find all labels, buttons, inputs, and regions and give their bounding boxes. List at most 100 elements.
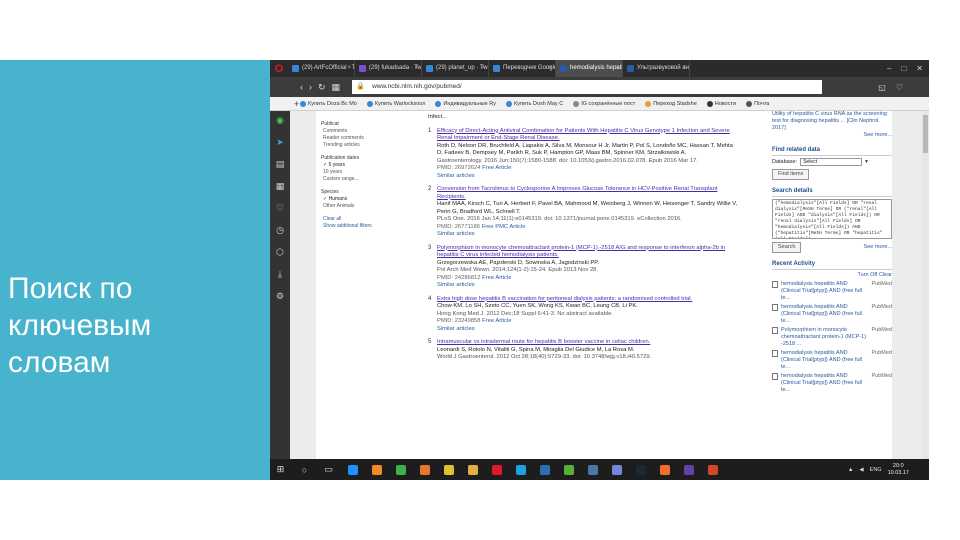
browser-tab[interactable]: Ультразвуковой анал × — [623, 60, 690, 77]
ie-icon[interactable] — [346, 463, 359, 476]
filter-item[interactable]: 10 years — [321, 169, 406, 176]
folder-icon[interactable] — [466, 463, 479, 476]
similar-articles-link[interactable]: Similar articles — [437, 282, 740, 290]
reload-icon[interactable]: ↻ — [318, 82, 326, 93]
scrollbar-thumb[interactable] — [923, 115, 928, 153]
result-title-link[interactable]: Extra high dose hepatitis B vaccination … — [437, 296, 740, 304]
skype-icon[interactable] — [514, 463, 527, 476]
free-article-link[interactable]: Free PMC Article — [482, 224, 526, 230]
news-icon[interactable]: ▤ — [274, 157, 286, 172]
find-items-button[interactable]: Find items — [772, 169, 810, 180]
chart-app-icon[interactable] — [370, 463, 383, 476]
url-field[interactable]: 🔒 www.ncbi.nlm.nih.gov/pubmed/ — [352, 80, 823, 94]
search-details-textarea[interactable]: ("hemodialysis"[All Fields] OR "renal di… — [772, 199, 892, 239]
bookmark-item[interactable]: Переход Stadshe — [645, 100, 697, 107]
bookmark-item[interactable]: Индивидуальные Ry — [435, 100, 496, 107]
settings-gear-icon[interactable]: ⚙ — [274, 289, 286, 304]
firefox-icon[interactable] — [418, 463, 431, 476]
bookmark-item[interactable]: Новости — [706, 100, 736, 107]
torrent-icon[interactable] — [562, 463, 575, 476]
filter-item[interactable]: ✓ Humans — [321, 196, 406, 203]
telegram-icon[interactable]: ➤ — [274, 135, 286, 150]
vk-icon[interactable] — [586, 463, 599, 476]
filter-item[interactable]: Other Animals — [321, 203, 406, 210]
see-more-link[interactable]: See more... — [864, 244, 892, 251]
steam-icon[interactable] — [634, 463, 647, 476]
result-title-link[interactable]: Intramuscular vs intradermal route for h… — [437, 339, 740, 347]
browser-tab[interactable]: (29) planet_up · Twitter× — [422, 60, 489, 77]
filter-item[interactable]: Trending articles — [321, 142, 406, 149]
tab-close-icon[interactable]: × — [414, 60, 418, 77]
recent-activity-item[interactable]: hemodialysis hepatitis AND (Clinical Tri… — [772, 281, 892, 302]
free-article-link[interactable]: Free Article — [482, 275, 511, 281]
tab-close-icon[interactable]: × — [347, 60, 351, 77]
recent-activity-item[interactable]: hemodialysis hepatitis AND (Clinical Tri… — [772, 373, 892, 394]
tab-close-icon[interactable]: × — [682, 60, 686, 77]
language-indicator[interactable]: ENG — [870, 467, 882, 473]
similar-articles-link[interactable]: Similar articles — [437, 173, 740, 181]
recent-activity-item[interactable]: Polymorphism in monocyte chemoattractant… — [772, 327, 892, 348]
related-snippet[interactable]: Utility of hepatitis C virus RNA as the … — [772, 111, 892, 132]
similar-articles-link[interactable]: Similar articles — [437, 231, 740, 239]
start-button[interactable]: ⊞ — [274, 463, 287, 476]
speed-dial-icon[interactable]: ▦ — [332, 82, 341, 93]
free-article-link[interactable]: Free Article — [482, 318, 511, 324]
filter-item[interactable]: Custom range... — [321, 176, 406, 183]
origin-icon[interactable] — [658, 463, 671, 476]
filter-item[interactable]: Show additional filters — [321, 223, 406, 230]
see-more-link[interactable]: See more... — [772, 132, 892, 139]
turn-off-clear-link[interactable]: Turn Off Clear — [772, 272, 892, 279]
back-icon[interactable]: ‹ — [300, 82, 303, 92]
filter-item[interactable]: Comments — [321, 128, 406, 135]
history-icon[interactable]: ◷ — [274, 223, 286, 238]
chrome-icon[interactable] — [442, 463, 455, 476]
result-title-link[interactable]: Polymorphism in monocyte chemoattractant… — [437, 245, 740, 260]
whatsapp-icon[interactable]: ◉ — [274, 113, 286, 128]
search-icon[interactable]: ○ — [298, 463, 311, 476]
recent-activity-item[interactable]: hemodialysis hepatitis AND (Clinical Tri… — [772, 350, 892, 371]
powerpoint-icon[interactable] — [706, 463, 719, 476]
download-icon[interactable]: ⤓ — [274, 267, 286, 282]
tab-close-icon[interactable]: × — [548, 60, 552, 77]
free-article-link[interactable]: Free Article — [482, 165, 511, 171]
forward-icon[interactable]: › — [309, 82, 312, 92]
result-title-link[interactable]: Efficacy of Direct-Acting Antiviral Comb… — [437, 128, 740, 143]
browser-tab[interactable]: (29) fukadsada · Twitch× — [355, 60, 422, 77]
bookmark-item[interactable]: Почта — [746, 100, 769, 107]
grid-icon[interactable]: ▦ — [274, 179, 286, 194]
search-button[interactable]: Search — [772, 242, 802, 253]
database-select[interactable]: Select — [800, 158, 863, 166]
filter-item[interactable]: Reader comments — [321, 135, 406, 142]
minimize-icon[interactable]: – — [887, 64, 891, 73]
recent-activity-item[interactable]: hemodialysis hepatitis AND (Clinical Tri… — [772, 304, 892, 325]
maximize-icon[interactable]: □ — [901, 64, 906, 73]
bookmark-item[interactable]: Купить Doza Bc Mo — [300, 100, 357, 107]
twitch-icon[interactable] — [682, 463, 695, 476]
discord-icon[interactable] — [610, 463, 623, 476]
volume-icon[interactable]: ◀ — [859, 467, 863, 473]
bookmark-item[interactable]: Купить Dosh May C — [506, 100, 563, 107]
browser-tab[interactable]: hemodialysis hepatitis × — [556, 60, 623, 77]
system-clock[interactable]: 20:0 10.03.17 — [888, 463, 909, 477]
bookmark-heart-icon[interactable]: ♡ — [896, 83, 903, 92]
bookmark-item[interactable]: Купить Warlocksoun — [366, 100, 425, 107]
snapshot-icon[interactable]: ◱ — [878, 83, 886, 92]
extensions-icon[interactable]: ⬡ — [274, 245, 286, 260]
heart-icon[interactable]: ♡ — [274, 201, 286, 216]
close-icon[interactable]: ✕ — [916, 64, 923, 73]
page-scrollbar[interactable] — [922, 111, 929, 459]
task-view-icon[interactable]: ▭ — [322, 463, 335, 476]
opera-menu-icon[interactable]: O — [270, 60, 288, 77]
add-bookmark-icon[interactable]: + — [294, 97, 299, 110]
browser-tab[interactable]: (29) ArtFcOfficial · Twit× — [288, 60, 355, 77]
tab-close-icon[interactable]: × — [481, 60, 485, 77]
network-icon[interactable]: ▲ — [848, 467, 853, 473]
filter-item[interactable]: ✓ 5 years — [321, 162, 406, 169]
teamspeak-icon[interactable] — [538, 463, 551, 476]
filter-item[interactable]: Clear all — [321, 216, 406, 223]
bookmark-item[interactable]: IG сохранённые пост — [573, 100, 635, 107]
tab-close-icon[interactable]: × — [615, 60, 619, 77]
similar-articles-link[interactable]: Similar articles — [437, 326, 740, 334]
nero-icon[interactable] — [394, 463, 407, 476]
opera-icon[interactable] — [490, 463, 503, 476]
